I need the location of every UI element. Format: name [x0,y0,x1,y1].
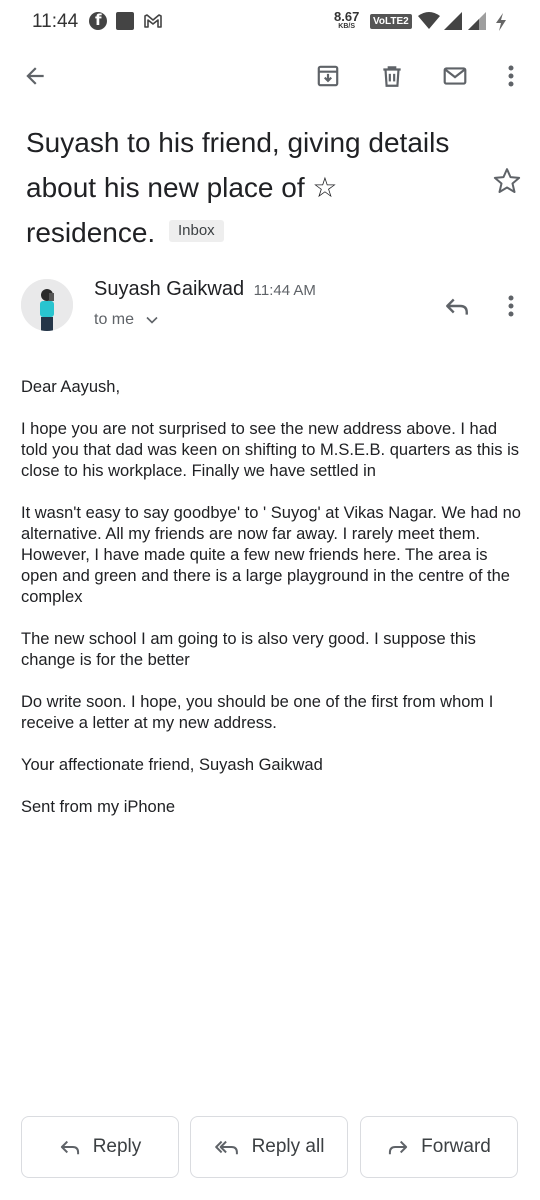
reply-icon [60,1140,79,1155]
reply-button-label: Reply [92,1136,142,1157]
forward-button-label: Forward [421,1136,491,1157]
chevron-down-icon [146,316,159,324]
body-paragraph: It wasn't easy to say goodbye' to ' Suyo… [21,504,521,606]
inbox-label[interactable]: Inbox [168,219,224,242]
archive-button[interactable] [304,50,352,102]
star-icon [493,168,521,193]
speed-value: 8.67 [334,9,360,24]
body-paragraph: Dear Aayush, [21,378,121,396]
more-vert-icon [508,295,514,317]
reply-all-button[interactable]: Reply all [190,1116,348,1178]
message-time: 11:44 AM [253,282,316,299]
gmail-icon [144,14,162,28]
speed-unit: KB/S [338,23,356,30]
more-options-button[interactable] [487,50,535,102]
body-paragraph: Do write soon. I hope, you should be one… [21,693,494,732]
facebook-icon [89,11,107,30]
avatar[interactable] [21,279,73,331]
wifi-icon [418,12,440,29]
status-bar: 11:44 8.67 KB/S VoLTE2 [0,0,540,46]
star-button[interactable] [492,166,526,200]
volte-badge: VoLTE2 [370,14,412,29]
arrow-back-icon [26,67,44,85]
body-paragraph: Sent from my iPhone [21,798,176,816]
recipient-details-toggle[interactable]: to me [94,311,159,329]
forward-icon [389,1140,408,1155]
subject-text: Suyash to his friend, giving details abo… [26,127,450,248]
charging-icon [496,13,506,31]
more-vert-icon [508,65,514,87]
reply-button[interactable]: Reply [21,1116,179,1178]
mark-unread-icon [443,67,467,85]
sender-name: Suyash Gaikwad [94,278,245,300]
body-paragraph: I hope you are not surprised to see the … [21,420,520,480]
signal-icon [468,12,486,30]
back-button[interactable] [11,50,59,102]
delete-button[interactable] [368,50,416,102]
sender-line: Suyash Gaikwad 11:44 AM [94,278,316,301]
action-bar [0,50,540,106]
square-icon [116,12,134,30]
email-subject: Suyash to his friend, giving details abo… [26,120,466,255]
reply-all-icon [214,1140,238,1155]
recipient-text: to me [94,311,135,328]
archive-icon [317,65,339,87]
signal-icon [444,12,462,30]
mark-unread-button[interactable] [431,50,479,102]
reply-icon [446,298,468,315]
network-speed: 8.67 KB/S [334,10,359,30]
quick-reply-button[interactable] [438,288,476,324]
message-more-button[interactable] [496,288,526,324]
status-time: 11:44 [32,11,79,32]
trash-icon [383,66,401,87]
reply-all-button-label: Reply all [251,1136,325,1157]
body-paragraph: The new school I am going to is also ver… [21,630,476,669]
forward-button[interactable]: Forward [360,1116,518,1178]
body-paragraph: Your affectionate friend, Suyash Gaikwad [21,756,323,774]
sender-photo [21,279,73,331]
email-body: Dear Aayush, I hope you are not surprise… [21,377,526,839]
